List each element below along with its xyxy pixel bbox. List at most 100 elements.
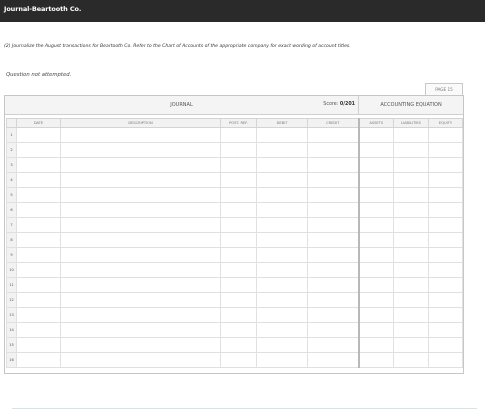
equity-cell[interactable] xyxy=(428,352,463,368)
equity-cell[interactable] xyxy=(428,187,463,203)
assets-cell[interactable] xyxy=(358,352,394,368)
credit-cell[interactable] xyxy=(307,187,360,203)
post-ref-cell[interactable] xyxy=(220,187,257,203)
description-cell[interactable] xyxy=(60,217,221,233)
liabilities-cell[interactable] xyxy=(393,202,429,218)
debit-cell[interactable] xyxy=(256,247,308,263)
description-cell[interactable] xyxy=(60,142,221,158)
debit-cell[interactable] xyxy=(256,157,308,173)
liabilities-cell[interactable] xyxy=(393,172,429,188)
liabilities-cell[interactable] xyxy=(393,277,429,293)
liabilities-cell[interactable] xyxy=(393,232,429,248)
description-cell[interactable] xyxy=(60,352,221,368)
post-ref-cell[interactable] xyxy=(220,172,257,188)
credit-cell[interactable] xyxy=(307,322,360,338)
description-cell[interactable] xyxy=(60,247,221,263)
debit-cell[interactable] xyxy=(256,232,308,248)
assets-cell[interactable] xyxy=(358,277,394,293)
description-cell[interactable] xyxy=(60,202,221,218)
liabilities-cell[interactable] xyxy=(393,322,429,338)
description-cell[interactable] xyxy=(60,172,221,188)
assets-cell[interactable] xyxy=(358,262,394,278)
date-cell[interactable] xyxy=(16,322,61,338)
equity-cell[interactable] xyxy=(428,277,463,293)
liabilities-cell[interactable] xyxy=(393,157,429,173)
credit-cell[interactable] xyxy=(307,217,360,233)
post-ref-cell[interactable] xyxy=(220,157,257,173)
post-ref-cell[interactable] xyxy=(220,262,257,278)
date-cell[interactable] xyxy=(16,337,61,353)
credit-cell[interactable] xyxy=(307,262,360,278)
equity-cell[interactable] xyxy=(428,157,463,173)
assets-cell[interactable] xyxy=(358,247,394,263)
debit-cell[interactable] xyxy=(256,187,308,203)
assets-cell[interactable] xyxy=(358,127,394,143)
post-ref-cell[interactable] xyxy=(220,217,257,233)
description-cell[interactable] xyxy=(60,292,221,308)
credit-cell[interactable] xyxy=(307,232,360,248)
debit-cell[interactable] xyxy=(256,142,308,158)
equity-cell[interactable] xyxy=(428,292,463,308)
post-ref-cell[interactable] xyxy=(220,292,257,308)
description-cell[interactable] xyxy=(60,337,221,353)
post-ref-cell[interactable] xyxy=(220,352,257,368)
debit-cell[interactable] xyxy=(256,292,308,308)
equity-cell[interactable] xyxy=(428,202,463,218)
assets-cell[interactable] xyxy=(358,217,394,233)
post-ref-cell[interactable] xyxy=(220,307,257,323)
equity-cell[interactable] xyxy=(428,172,463,188)
debit-cell[interactable] xyxy=(256,202,308,218)
post-ref-cell[interactable] xyxy=(220,247,257,263)
assets-cell[interactable] xyxy=(358,142,394,158)
assets-cell[interactable] xyxy=(358,337,394,353)
credit-cell[interactable] xyxy=(307,142,360,158)
debit-cell[interactable] xyxy=(256,172,308,188)
assets-cell[interactable] xyxy=(358,232,394,248)
date-cell[interactable] xyxy=(16,142,61,158)
description-cell[interactable] xyxy=(60,127,221,143)
description-cell[interactable] xyxy=(60,187,221,203)
liabilities-cell[interactable] xyxy=(393,187,429,203)
liabilities-cell[interactable] xyxy=(393,292,429,308)
credit-cell[interactable] xyxy=(307,352,360,368)
post-ref-cell[interactable] xyxy=(220,232,257,248)
date-cell[interactable] xyxy=(16,277,61,293)
liabilities-cell[interactable] xyxy=(393,247,429,263)
date-cell[interactable] xyxy=(16,127,61,143)
date-cell[interactable] xyxy=(16,217,61,233)
description-cell[interactable] xyxy=(60,262,221,278)
post-ref-cell[interactable] xyxy=(220,322,257,338)
credit-cell[interactable] xyxy=(307,277,360,293)
equity-cell[interactable] xyxy=(428,307,463,323)
post-ref-cell[interactable] xyxy=(220,202,257,218)
date-cell[interactable] xyxy=(16,247,61,263)
equity-cell[interactable] xyxy=(428,262,463,278)
equity-cell[interactable] xyxy=(428,142,463,158)
equity-cell[interactable] xyxy=(428,127,463,143)
equity-cell[interactable] xyxy=(428,217,463,233)
assets-cell[interactable] xyxy=(358,187,394,203)
credit-cell[interactable] xyxy=(307,247,360,263)
assets-cell[interactable] xyxy=(358,292,394,308)
date-cell[interactable] xyxy=(16,352,61,368)
equity-cell[interactable] xyxy=(428,322,463,338)
equity-cell[interactable] xyxy=(428,247,463,263)
post-ref-cell[interactable] xyxy=(220,127,257,143)
liabilities-cell[interactable] xyxy=(393,307,429,323)
credit-cell[interactable] xyxy=(307,337,360,353)
date-cell[interactable] xyxy=(16,262,61,278)
date-cell[interactable] xyxy=(16,292,61,308)
liabilities-cell[interactable] xyxy=(393,352,429,368)
debit-cell[interactable] xyxy=(256,337,308,353)
assets-cell[interactable] xyxy=(358,157,394,173)
debit-cell[interactable] xyxy=(256,307,308,323)
debit-cell[interactable] xyxy=(256,352,308,368)
post-ref-cell[interactable] xyxy=(220,142,257,158)
date-cell[interactable] xyxy=(16,307,61,323)
assets-cell[interactable] xyxy=(358,307,394,323)
description-cell[interactable] xyxy=(60,232,221,248)
date-cell[interactable] xyxy=(16,232,61,248)
debit-cell[interactable] xyxy=(256,217,308,233)
credit-cell[interactable] xyxy=(307,292,360,308)
date-cell[interactable] xyxy=(16,187,61,203)
